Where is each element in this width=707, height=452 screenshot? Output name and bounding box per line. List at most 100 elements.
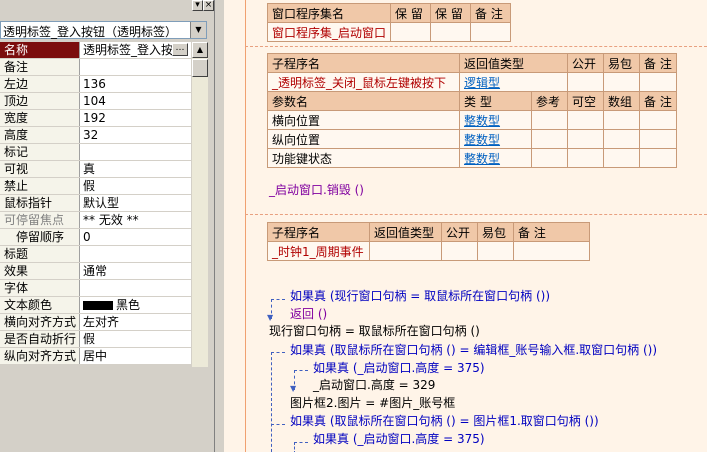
property-row[interactable]: 禁止假 bbox=[0, 178, 207, 195]
sub1-note-cell[interactable] bbox=[639, 72, 677, 92]
sub1-return-cell[interactable]: 逻辑型 bbox=[459, 72, 568, 92]
param-type-cell[interactable]: 整数型 bbox=[459, 148, 532, 168]
param-nullable-cell[interactable] bbox=[567, 110, 604, 130]
property-value[interactable]: 真 bbox=[81, 161, 193, 177]
code-line-1[interactable]: 如果真 (现行窗口句柄 = 取鼠标所在窗口句柄 ()) bbox=[290, 287, 550, 304]
property-row[interactable]: 顶边 104 bbox=[0, 93, 207, 110]
property-row[interactable]: 标记 bbox=[0, 144, 207, 161]
assembly-reserve2-cell[interactable] bbox=[430, 22, 472, 42]
property-row[interactable]: 文本颜色 黑色 bbox=[0, 297, 207, 314]
property-scrollbar[interactable]: ▲ bbox=[191, 42, 208, 367]
property-value[interactable]: ** 无效 ** bbox=[81, 212, 193, 228]
sub1-pack-cell[interactable] bbox=[603, 72, 640, 92]
close-icon[interactable]: × bbox=[203, 0, 214, 11]
minimize-icon[interactable]: ▾ bbox=[192, 0, 203, 11]
sub2-public-cell[interactable] bbox=[441, 241, 478, 261]
param-ref-cell[interactable] bbox=[531, 110, 568, 130]
sub1-public-cell[interactable] bbox=[567, 72, 604, 92]
property-row[interactable]: 横向对齐方式 左对齐 bbox=[0, 314, 207, 331]
property-value[interactable]: 居中 bbox=[81, 348, 193, 364]
param-type-cell[interactable]: 整数型 bbox=[459, 129, 532, 149]
param-ref-cell[interactable] bbox=[531, 129, 568, 149]
scroll-thumb[interactable] bbox=[192, 59, 208, 77]
param-nullable-cell[interactable] bbox=[567, 148, 604, 168]
property-name: 高度 bbox=[0, 127, 80, 143]
property-value[interactable] bbox=[81, 59, 193, 75]
param-note-cell[interactable] bbox=[639, 110, 677, 130]
ellipsis-button[interactable]: … bbox=[172, 43, 188, 56]
property-value[interactable]: 192 bbox=[81, 110, 193, 126]
property-value[interactable]: 黑色 bbox=[81, 297, 193, 313]
param-note-cell[interactable] bbox=[639, 129, 677, 149]
property-value[interactable] bbox=[81, 280, 193, 296]
section-separator bbox=[245, 46, 707, 47]
param-array-cell[interactable] bbox=[603, 148, 640, 168]
assembly-note-cell[interactable] bbox=[470, 22, 512, 42]
scroll-up-icon[interactable]: ▲ bbox=[192, 42, 208, 58]
code-line-9[interactable]: 如果真 (_启动窗口.高度 = 375) bbox=[313, 430, 485, 447]
param-note-cell[interactable] bbox=[639, 148, 677, 168]
code-line-3[interactable]: 现行窗口句柄 = 取鼠标所在窗口句柄 () bbox=[269, 322, 480, 339]
property-value[interactable] bbox=[81, 144, 193, 160]
sub2-pack-cell[interactable] bbox=[477, 241, 514, 261]
property-value[interactable]: 假 bbox=[81, 178, 193, 194]
property-row[interactable]: 宽度 192 bbox=[0, 110, 207, 127]
code-editor[interactable]: 窗口程序集名 保 留 保 留 备 注 窗口程序集_启动窗口 子程序名 返回值类型… bbox=[224, 0, 707, 452]
param-ref-cell[interactable] bbox=[531, 148, 568, 168]
code-line-8[interactable]: 如果真 (取鼠标所在窗口句柄 () = 图片框1.取窗口句柄 ()) bbox=[290, 412, 599, 429]
property-row[interactable]: 字体 bbox=[0, 280, 207, 297]
property-value[interactable]: 假 bbox=[81, 331, 193, 347]
code-line-destroy[interactable]: _启动窗口.销毁 () bbox=[269, 181, 364, 198]
property-row[interactable]: 高度 32 bbox=[0, 127, 207, 144]
param-name-cell[interactable]: 功能键状态 bbox=[267, 148, 460, 168]
property-row[interactable]: 效果 通常 bbox=[0, 263, 207, 280]
sub2-return-cell[interactable] bbox=[369, 241, 442, 261]
flow-guide bbox=[271, 424, 285, 425]
property-value[interactable]: 0 bbox=[81, 229, 193, 245]
flow-guide bbox=[294, 370, 308, 371]
property-value[interactable]: 默认型 bbox=[81, 195, 193, 211]
property-value[interactable]: 136 bbox=[81, 76, 193, 92]
param-type-cell[interactable]: 整数型 bbox=[459, 110, 532, 130]
property-row[interactable]: 停留顺序 0 bbox=[0, 229, 207, 246]
property-value-text: 真 bbox=[83, 162, 96, 176]
code-line-2[interactable]: 返回 () bbox=[290, 305, 327, 322]
assembly-reserve1-cell[interactable] bbox=[390, 22, 432, 42]
sub2-name-cell[interactable]: _时钟1_周期事件 bbox=[267, 241, 370, 261]
component-selector[interactable]: 透明标签_登入按钮（透明标签） ▼ bbox=[0, 21, 207, 39]
property-row[interactable]: 纵向对齐方式 居中 bbox=[0, 348, 207, 365]
param-row[interactable]: 功能键状态 整数型 bbox=[267, 148, 677, 168]
code-line-6[interactable]: _启动窗口.高度 = 329 bbox=[313, 376, 435, 393]
property-row[interactable]: 可视真 bbox=[0, 161, 207, 178]
param-array-cell[interactable] bbox=[603, 110, 640, 130]
property-row[interactable]: 是否自动折行假 bbox=[0, 331, 207, 348]
code-line-5[interactable]: 如果真 (_启动窗口.高度 = 375) bbox=[313, 359, 485, 376]
property-value[interactable]: 104 bbox=[81, 93, 193, 109]
property-value[interactable]: 通常 bbox=[81, 263, 193, 279]
sub1-name-cell[interactable]: _透明标签_关闭_鼠标左键被按下 bbox=[267, 72, 460, 92]
code-line-4[interactable]: 如果真 (取鼠标所在窗口句柄 () = 编辑框_账号输入框.取窗口句柄 ()) bbox=[290, 341, 657, 358]
property-row[interactable]: 左边 136 bbox=[0, 76, 207, 93]
param-array-cell[interactable] bbox=[603, 129, 640, 149]
property-value[interactable]: 左对齐 bbox=[81, 314, 193, 330]
chevron-down-icon[interactable]: ▼ bbox=[190, 22, 206, 38]
property-name: 名称 bbox=[0, 42, 80, 58]
param-row[interactable]: 纵向位置 整数型 bbox=[267, 129, 677, 149]
property-row[interactable]: 备注 bbox=[0, 59, 207, 76]
property-value-text: 黑色 bbox=[116, 298, 141, 312]
property-name: 是否自动折行 bbox=[0, 331, 80, 347]
param-name-cell[interactable]: 纵向位置 bbox=[267, 129, 460, 149]
property-value[interactable] bbox=[81, 246, 193, 262]
assembly-name-cell[interactable]: 窗口程序集_启动窗口 bbox=[266, 22, 392, 42]
property-row[interactable]: 可停留焦点 ** 无效 ** bbox=[0, 212, 207, 229]
property-row[interactable]: 标题 bbox=[0, 246, 207, 263]
param-row[interactable]: 横向位置 整数型 bbox=[267, 110, 677, 130]
property-row[interactable]: 名称 透明标签_登入按… bbox=[0, 42, 207, 59]
code-line-7[interactable]: 图片框2.图片 = #图片_账号框 bbox=[290, 394, 455, 411]
property-value[interactable]: 32 bbox=[81, 127, 193, 143]
splitter[interactable] bbox=[215, 0, 224, 452]
param-name-cell[interactable]: 横向位置 bbox=[267, 110, 460, 130]
param-nullable-cell[interactable] bbox=[567, 129, 604, 149]
property-row[interactable]: 鼠标指针 默认型 bbox=[0, 195, 207, 212]
sub2-note-cell[interactable] bbox=[513, 241, 590, 261]
